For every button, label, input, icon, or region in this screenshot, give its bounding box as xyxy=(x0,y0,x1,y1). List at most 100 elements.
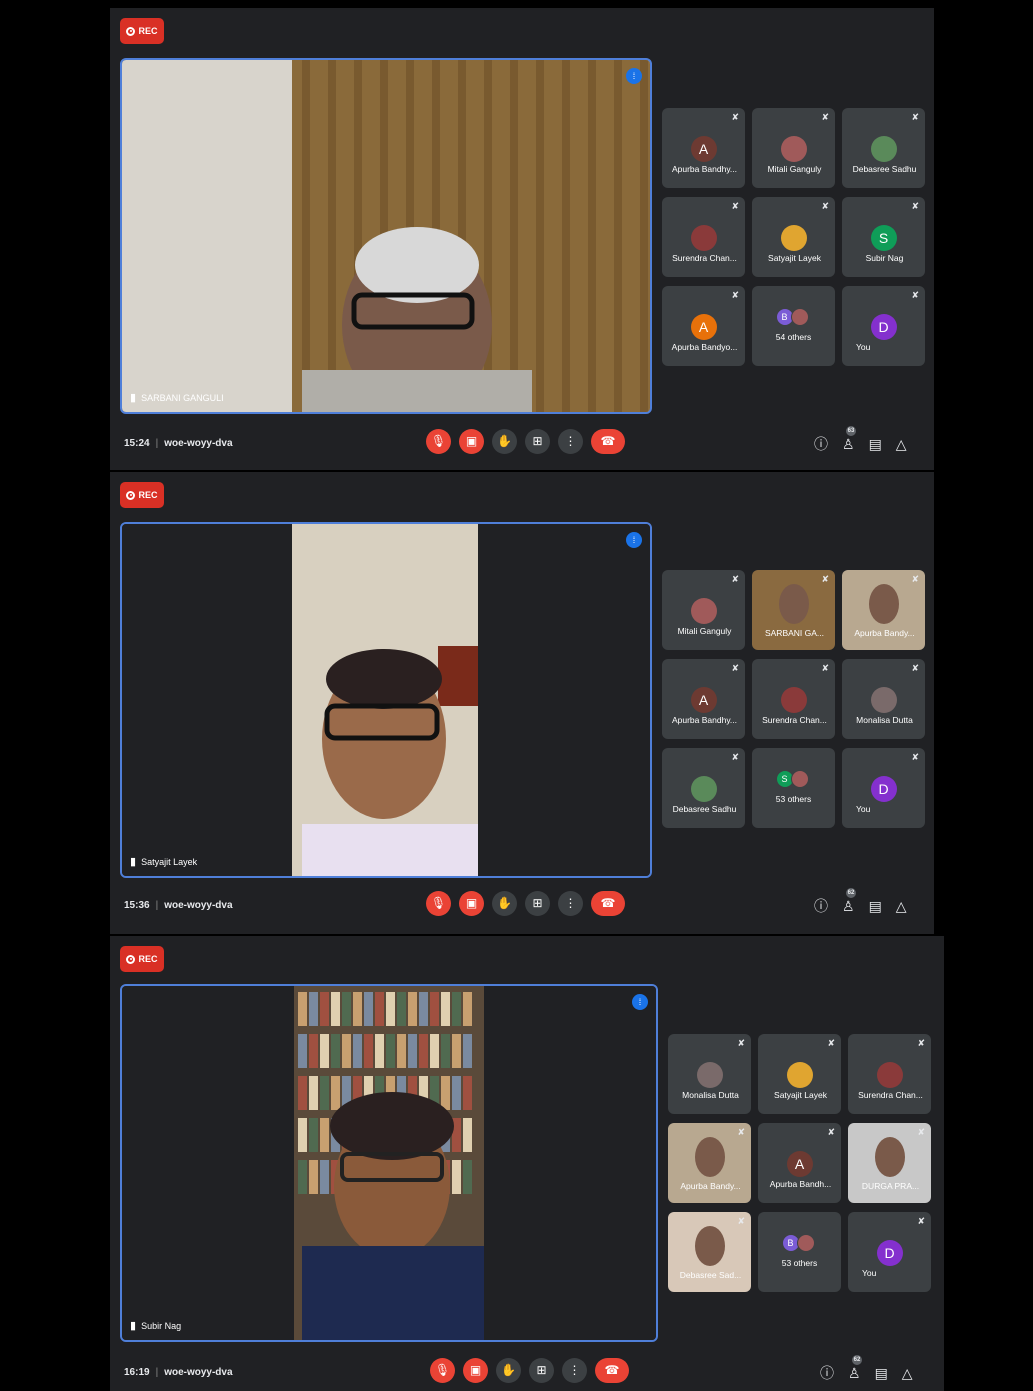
mic-off-icon[interactable]: 🎙 xyxy=(426,429,451,454)
people-icon[interactable]: ♙ 62 xyxy=(848,1354,862,1382)
pin-icon: ▮ xyxy=(130,856,137,868)
hangup-icon[interactable]: ☎ xyxy=(595,1358,629,1383)
present-icon[interactable]: ⊞ xyxy=(529,1358,554,1383)
participant-tile[interactable]: ✘ Mitali Ganguly xyxy=(662,570,745,650)
more-vert-icon[interactable]: ⋮ xyxy=(562,1358,587,1383)
participant-tile[interactable]: B 53 others xyxy=(758,1212,841,1292)
participant-tile[interactable]: ✘ Apurba Bandy... xyxy=(842,570,925,650)
main-video[interactable]: ⁞ ▮ Satyajit Layek xyxy=(120,522,652,878)
mic-muted-icon: ✘ xyxy=(731,752,739,762)
avatar xyxy=(790,308,809,326)
call-controls: 🎙 ▣ ✋ ⊞ ⋮ ☎ xyxy=(426,891,625,916)
avatar xyxy=(780,687,807,713)
present-icon[interactable]: ⊞ xyxy=(525,429,550,454)
participant-tile[interactable]: ✘ Surendra Chan... xyxy=(752,659,835,739)
pin-icon: ▮ xyxy=(130,1320,137,1332)
participant-video xyxy=(868,584,899,624)
meeting-details: 15:36 | woe-woyy-dva xyxy=(124,900,233,911)
participant-tile[interactable]: ✘ Mitali Ganguly xyxy=(752,108,835,188)
mic-muted-icon: ✘ xyxy=(827,1038,835,1048)
activities-icon[interactable]: △ xyxy=(896,898,907,915)
rec-label: REC xyxy=(138,954,158,964)
avatar xyxy=(876,1062,903,1088)
recording-badge: REC xyxy=(120,482,164,508)
camera-off-icon[interactable]: ▣ xyxy=(459,891,484,916)
participant-tile[interactable]: ✘ DURGA PRA... xyxy=(848,1123,931,1203)
info-icon[interactable]: ⓘ xyxy=(820,1363,834,1383)
participant-tile[interactable]: A ✘ Apurba Bandhy... xyxy=(662,108,745,188)
present-icon[interactable]: ⊞ xyxy=(525,891,550,916)
people-icon[interactable]: ♙ 63 xyxy=(842,425,856,453)
chat-icon[interactable]: ▤ xyxy=(869,898,882,915)
people-icon[interactable]: ♙ 62 xyxy=(842,887,856,915)
main-video[interactable]: ⁞ ▮ SARBANI GANGULI xyxy=(120,58,652,414)
hangup-icon[interactable]: ☎ xyxy=(591,891,625,916)
participant-tile[interactable]: D ✘ You xyxy=(842,748,925,828)
recording-badge: REC xyxy=(120,18,164,44)
rec-label: REC xyxy=(138,490,158,500)
hangup-icon[interactable]: ☎ xyxy=(591,429,625,454)
speaker-name-tag: ▮ Satyajit Layek xyxy=(130,855,197,868)
participant-tile[interactable]: S 53 others xyxy=(752,748,835,828)
participant-tile[interactable]: ✘ Satyajit Layek xyxy=(752,197,835,277)
info-icon[interactable]: ⓘ xyxy=(814,896,828,916)
participant-tile[interactable]: B 54 others xyxy=(752,286,835,366)
mic-off-icon[interactable]: 🎙 xyxy=(426,891,451,916)
camera-off-icon[interactable]: ▣ xyxy=(459,429,484,454)
participant-tile[interactable]: ✘ Apurba Bandy... xyxy=(668,1123,751,1203)
avatar xyxy=(696,1062,723,1088)
activities-icon[interactable]: △ xyxy=(896,436,907,453)
participant-tile[interactable]: A ✘ Apurba Bandhy... xyxy=(662,659,745,739)
participant-name: Debasree Sadhu xyxy=(672,804,737,814)
participant-name: Surendra Chan... xyxy=(858,1090,923,1100)
person-hair xyxy=(355,227,479,303)
person-hair xyxy=(326,649,442,709)
meeting-code[interactable]: woe-woyy-dva xyxy=(164,1367,232,1378)
avatar xyxy=(786,1062,813,1088)
participant-tile[interactable]: D ✘ You xyxy=(842,286,925,366)
participant-name: 53 others xyxy=(781,1258,818,1268)
people-count-badge: 62 xyxy=(846,887,856,898)
person-shirt xyxy=(302,824,478,876)
raise-hand-icon[interactable]: ✋ xyxy=(496,1358,521,1383)
participant-tile[interactable]: ✘ Surendra Chan... xyxy=(662,197,745,277)
chat-icon[interactable]: ▤ xyxy=(875,1365,888,1382)
raise-hand-icon[interactable]: ✋ xyxy=(492,891,517,916)
activities-icon[interactable]: △ xyxy=(902,1365,913,1382)
chat-icon[interactable]: ▤ xyxy=(869,436,882,453)
participant-tile[interactable]: ✘ SARBANI GA... xyxy=(752,570,835,650)
mic-muted-icon: ✘ xyxy=(737,1038,745,1048)
meeting-code[interactable]: woe-woyy-dva xyxy=(164,438,232,449)
mic-muted-icon: ✘ xyxy=(731,290,739,300)
clock-time: 15:36 xyxy=(124,900,150,911)
participant-tile[interactable]: ✘ Monalisa Dutta xyxy=(842,659,925,739)
camera-off-icon[interactable]: ▣ xyxy=(463,1358,488,1383)
people-count-badge: 62 xyxy=(852,1354,862,1365)
mic-muted-icon: ✘ xyxy=(917,1216,925,1226)
participant-tile[interactable]: ✘ Debasree Sadhu xyxy=(842,108,925,188)
speaking-indicator-icon: ⁞ xyxy=(626,68,642,84)
main-video[interactable]: ⁞ ▮ Subir Nag xyxy=(120,984,658,1342)
participant-tile[interactable]: A ✘ Apurba Bandh... xyxy=(758,1123,841,1203)
participant-tile[interactable]: ✘ Satyajit Layek xyxy=(758,1034,841,1114)
more-vert-icon[interactable]: ⋮ xyxy=(558,891,583,916)
avatar xyxy=(796,1234,815,1252)
participant-name: SARBANI GA... xyxy=(764,628,825,638)
mic-muted-icon: ✘ xyxy=(911,663,919,673)
mic-off-icon[interactable]: 🎙 xyxy=(430,1358,455,1383)
record-icon xyxy=(126,490,136,500)
raise-hand-icon[interactable]: ✋ xyxy=(492,429,517,454)
participant-name: Debasree Sad... xyxy=(679,1270,742,1280)
more-vert-icon[interactable]: ⋮ xyxy=(558,429,583,454)
meeting-code[interactable]: woe-woyy-dva xyxy=(164,900,232,911)
participant-tile[interactable]: ✘ Debasree Sad... xyxy=(668,1212,751,1292)
participant-tile[interactable]: ✘ Monalisa Dutta xyxy=(668,1034,751,1114)
participant-tile[interactable]: ✘ Debasree Sadhu xyxy=(662,748,745,828)
info-icon[interactable]: ⓘ xyxy=(814,434,828,454)
participant-tile[interactable]: S ✘ Subir Nag xyxy=(842,197,925,277)
participant-tile[interactable]: D ✘ You xyxy=(848,1212,931,1292)
participant-tile[interactable]: ✘ Surendra Chan... xyxy=(848,1034,931,1114)
mic-muted-icon: ✘ xyxy=(821,112,829,122)
participant-tile[interactable]: A ✘ Apurba Bandyo... xyxy=(662,286,745,366)
participant-name: Apurba Bandhy... xyxy=(671,715,738,725)
